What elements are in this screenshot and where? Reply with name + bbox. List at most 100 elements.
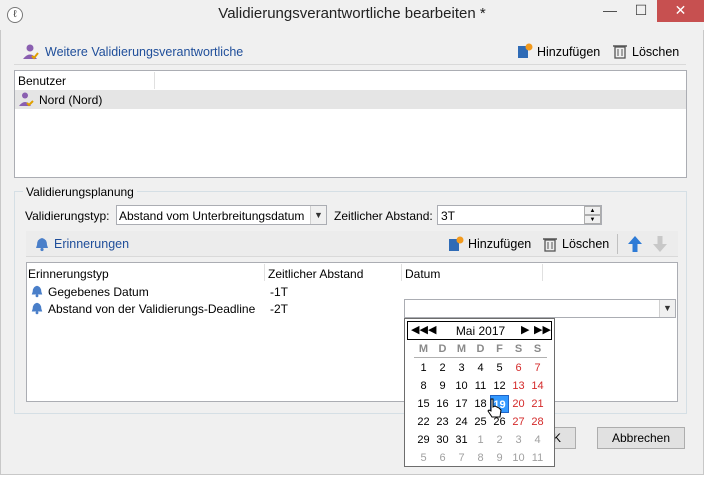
- user-icon: [18, 91, 34, 107]
- calendar-day[interactable]: 5: [414, 449, 433, 467]
- column-header-interval[interactable]: Zeitlicher Abstand: [268, 267, 363, 281]
- cancel-button[interactable]: Abbrechen: [597, 427, 685, 449]
- calendar-day-name: D: [476, 343, 485, 355]
- calendar-day[interactable]: 1: [414, 359, 433, 377]
- responsibles-list[interactable]: [14, 70, 687, 178]
- calendar-day[interactable]: 20: [509, 395, 528, 413]
- calendar-day-name: M: [456, 343, 467, 355]
- minimize-button[interactable]: —: [595, 0, 625, 22]
- trash-icon: [612, 43, 628, 59]
- calendar-header: ◀◀ ◀ Mai 2017 ▶ ▶▶: [407, 321, 552, 340]
- calendar-day[interactable]: 10: [509, 449, 528, 467]
- calendar-day[interactable]: 6: [433, 449, 452, 467]
- calendar-month-label[interactable]: Mai 2017: [408, 324, 553, 338]
- bell-icon: [30, 301, 44, 315]
- toolbar-separator: [617, 234, 618, 254]
- validation-type-label: Validierungstyp:: [25, 209, 110, 223]
- column-header-reminder-type[interactable]: Erinnerungstyp: [28, 267, 109, 281]
- calendar-day-name: M: [418, 343, 429, 355]
- chevron-down-icon: ▼: [310, 206, 326, 224]
- reminders-delete-button[interactable]: Löschen: [562, 237, 609, 251]
- responsibles-add-button[interactable]: Hinzufügen: [537, 45, 600, 59]
- calendar-day[interactable]: 7: [452, 449, 471, 467]
- calendar-day[interactable]: 23: [433, 413, 452, 431]
- calendar-day[interactable]: 17: [452, 395, 471, 413]
- bell-icon: [30, 284, 44, 298]
- calendar-day[interactable]: 15: [414, 395, 433, 413]
- next-month-icon[interactable]: ▶: [521, 323, 529, 336]
- chevron-down-icon[interactable]: ▼: [659, 300, 675, 317]
- calendar-popup: ◀◀ ◀ Mai 2017 ▶ ▶▶ MDMDFSS 1 2 3 4 5 6 7 8 9 10 11…: [404, 318, 555, 467]
- column-divider: [401, 264, 402, 281]
- date-picker-field[interactable]: ▼: [404, 299, 676, 318]
- calendar-day[interactable]: 1: [471, 431, 490, 449]
- calendar-day[interactable]: 30: [433, 431, 452, 449]
- reminder-interval-cell: -2T: [270, 302, 288, 316]
- calendar-day[interactable]: 8: [471, 449, 490, 467]
- calendar-day-name: S: [514, 343, 523, 355]
- user-approver-icon: [22, 43, 40, 61]
- calendar-day[interactable]: 4: [528, 431, 547, 449]
- column-divider: [264, 264, 265, 281]
- calendar-day-name: S: [533, 343, 542, 355]
- column-header-date[interactable]: Datum: [405, 267, 440, 281]
- reminders-add-button[interactable]: Hinzufügen: [468, 237, 531, 251]
- calendar-day[interactable]: 31: [452, 431, 471, 449]
- calendar-day[interactable]: 9: [490, 449, 509, 467]
- calendar-day-name: F: [496, 343, 503, 355]
- calendar-day[interactable]: 9: [433, 377, 452, 395]
- calendar-day[interactable]: 5: [490, 359, 509, 377]
- calendar-day[interactable]: 4: [471, 359, 490, 377]
- calendar-day[interactable]: 12: [490, 377, 509, 395]
- hand-cursor-icon: [486, 398, 502, 420]
- spin-down-icon[interactable]: ▼: [584, 215, 601, 224]
- calendar-day[interactable]: 3: [509, 431, 528, 449]
- calendar-day[interactable]: 6: [509, 359, 528, 377]
- calendar-day[interactable]: 21: [528, 395, 547, 413]
- responsibles-delete-button[interactable]: Löschen: [632, 45, 679, 59]
- validation-type-value: Abstand vom Unterbreitungsdatum: [119, 209, 305, 223]
- move-down-icon[interactable]: [652, 235, 668, 253]
- next-year-icon[interactable]: ▶▶: [534, 323, 551, 336]
- close-icon: ✕: [674, 2, 687, 18]
- calendar-day[interactable]: 3: [452, 359, 471, 377]
- reminder-interval-cell: -1T: [270, 285, 288, 299]
- calendar-day[interactable]: 22: [414, 413, 433, 431]
- calendar-day[interactable]: 13: [509, 377, 528, 395]
- maximize-button[interactable]: ☐: [626, 0, 656, 22]
- calendar-day[interactable]: 10: [452, 377, 471, 395]
- user-name-cell: Nord (Nord): [39, 93, 103, 107]
- calendar-grid: 1 2 3 4 5 6 7 8 9 10 11 12 13 14 15 16 17 18 19 20 21 22 23 24 2…: [414, 359, 554, 467]
- column-divider: [542, 264, 543, 281]
- calendar-day[interactable]: 2: [433, 359, 452, 377]
- interval-label: Zeitlicher Abstand:: [334, 209, 433, 223]
- spin-up-icon[interactable]: ▲: [584, 206, 601, 215]
- move-up-icon[interactable]: [627, 235, 643, 253]
- planning-legend: Validierungsplanung: [23, 185, 137, 199]
- calendar-day[interactable]: 28: [528, 413, 547, 431]
- column-header-user[interactable]: Benutzer: [18, 74, 66, 88]
- interval-input[interactable]: 3T ▲ ▼: [437, 205, 602, 225]
- responsibles-section-link[interactable]: Weitere Validierungsverantwortliche: [45, 45, 243, 59]
- calendar-day[interactable]: 24: [452, 413, 471, 431]
- close-button[interactable]: ✕: [657, 0, 704, 22]
- validation-type-select[interactable]: Abstand vom Unterbreitungsdatum ▼: [116, 205, 327, 225]
- calendar-day[interactable]: 27: [509, 413, 528, 431]
- add-icon: [517, 43, 533, 59]
- interval-value: 3T: [441, 209, 456, 223]
- calendar-day[interactable]: 14: [528, 377, 547, 395]
- table-row[interactable]: [15, 90, 686, 109]
- calendar-day[interactable]: 7: [528, 359, 547, 377]
- bell-icon: [34, 236, 50, 252]
- calendar-day[interactable]: 11: [471, 377, 490, 395]
- reminders-section-link[interactable]: Erinnerungen: [54, 237, 129, 251]
- calendar-day[interactable]: 29: [414, 431, 433, 449]
- calendar-day[interactable]: 11: [528, 449, 547, 467]
- calendar-day[interactable]: 2: [490, 431, 509, 449]
- calendar-divider: [414, 357, 547, 358]
- trash-icon: [542, 236, 558, 252]
- calendar-day[interactable]: 16: [433, 395, 452, 413]
- add-icon: [448, 236, 464, 252]
- column-divider: [154, 72, 155, 89]
- calendar-day[interactable]: 8: [414, 377, 433, 395]
